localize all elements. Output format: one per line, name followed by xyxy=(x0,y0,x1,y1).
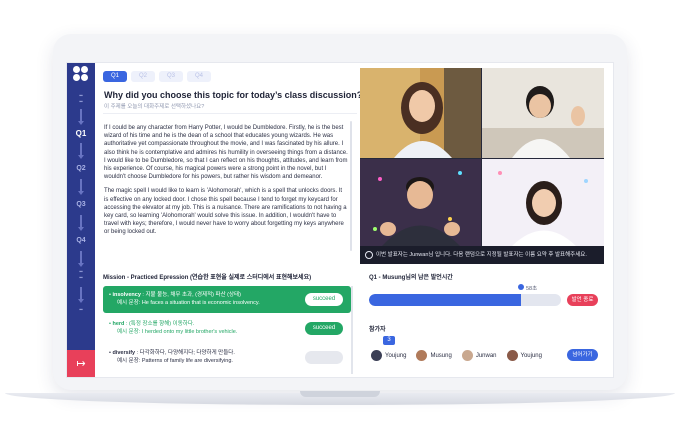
mission-meaning: : 지불 불능, 채무 초과, (경제적) 파산 (상태) xyxy=(140,292,241,298)
tab-q4[interactable]: Q4 xyxy=(187,71,211,82)
app-logo-icon xyxy=(73,66,89,82)
participant-video-2 xyxy=(482,68,604,158)
video-tile-1 xyxy=(360,68,481,158)
arrow-down-icon xyxy=(78,215,84,231)
avatar xyxy=(461,350,473,361)
divider xyxy=(103,113,357,114)
rail-caption-end: ▪▪ xyxy=(79,307,83,313)
participant-name: Musung xyxy=(430,352,452,359)
video-tile-2 xyxy=(482,68,604,158)
mission-title: Mission - Practiced Epression (연습한 표현을 실… xyxy=(103,275,312,281)
arrow-down-icon xyxy=(78,109,84,125)
participant[interactable]: Youjung xyxy=(371,350,406,361)
mission-word: insolvency xyxy=(112,292,141,298)
location-pin-icon xyxy=(518,284,524,292)
sidebar-item-q3[interactable]: Q3 xyxy=(67,201,95,208)
tab-q2[interactable]: Q2 xyxy=(131,71,155,82)
next-button[interactable]: 넘어가기 xyxy=(567,349,598,361)
participant-name: Youjung xyxy=(520,352,542,359)
participant-video-4 xyxy=(482,159,604,246)
succeed-button[interactable]: succeed xyxy=(305,322,343,335)
rail-caption-mid: ▪▪ ▪▪ xyxy=(79,269,83,281)
mission-meaning: : (특정 장소를 향해) 이동하다. xyxy=(124,321,195,327)
speaking-progress-fill xyxy=(369,294,521,306)
speaking-time-title: Q1 - Musung님의 남은 발언시간 xyxy=(369,275,453,281)
answer-scrollbar[interactable] xyxy=(350,121,352,251)
mission-word: herd xyxy=(112,321,125,327)
speaker-caption: 이번 발표자는 Junwan님 입니다. 다음 랜덤으로 지정될 발표자는 이름… xyxy=(360,246,604,264)
arrow-down-icon xyxy=(78,143,84,159)
mission-word: diversify xyxy=(112,350,136,356)
speaker-badge: 3 xyxy=(383,336,395,345)
participant[interactable]: Junwan xyxy=(461,350,497,361)
succeed-button-disabled[interactable]: succeed xyxy=(305,351,343,364)
answer-paragraph: The magic spell I would like to learn is… xyxy=(104,188,347,236)
answer-paragraph: If I could be any character from Harry P… xyxy=(104,125,348,181)
laptop-notch xyxy=(300,391,380,397)
sidebar-item-q1[interactable]: Q1 xyxy=(67,129,95,138)
rail-caption-top: ▪▪ ▪▪ xyxy=(79,93,83,105)
participant-video-3 xyxy=(360,159,481,246)
question-title: Why did you choose this topic for today’… xyxy=(104,90,363,100)
sidebar: ▪▪ ▪▪ Q1 Q2 Q3 Q4 ▪▪ ▪▪ ▪▪ ↦ xyxy=(67,63,95,377)
arrow-down-icon xyxy=(78,179,84,195)
speaker-icon xyxy=(365,251,373,259)
video-tile-3 xyxy=(360,159,481,246)
video-tile-4 xyxy=(482,159,604,246)
avatar xyxy=(506,350,518,361)
video-grid: 이번 발표자는 Junwan님 입니다. 다음 랜덤으로 지정될 발표자는 이름… xyxy=(360,68,604,264)
exit-icon: ↦ xyxy=(76,358,86,370)
sidebar-item-q4[interactable]: Q4 xyxy=(67,237,95,244)
caption-text: 이번 발표자는 Junwan님 입니다. 다음 랜덤으로 지정될 발표자는 이름… xyxy=(376,252,587,258)
mission-item: • insolvency : 지불 불능, 채무 초과, (경제적) 파산 (상… xyxy=(103,286,351,313)
mission-meaning: : 다각화하다, 다양해지다; 다양하게 만들다. xyxy=(135,350,235,356)
mission-scrollbar[interactable] xyxy=(351,286,353,374)
app-screen: ▪▪ ▪▪ Q1 Q2 Q3 Q4 ▪▪ ▪▪ ▪▪ ↦ Q1 Q2 Q3 Q4 W… xyxy=(66,62,614,378)
participant-video-1 xyxy=(360,68,481,158)
speaking-time-panel: Q1 - Musung님의 남은 발언시간 58초 발언 종료 참가자 3 Yo… xyxy=(369,272,609,372)
participant-name: Junwan xyxy=(475,352,497,359)
product-mockup: ▪▪ ▪▪ Q1 Q2 Q3 Q4 ▪▪ ▪▪ ▪▪ ↦ Q1 Q2 Q3 Q4 W… xyxy=(0,0,680,433)
avatar xyxy=(416,350,428,361)
sidebar-item-q2[interactable]: Q2 xyxy=(67,165,95,172)
participant[interactable]: Youjung xyxy=(506,350,542,361)
speaking-progress-bar xyxy=(369,294,561,306)
mission-item: • herd : (특정 장소를 향해) 이동하다. 예시 문장: I herd… xyxy=(103,315,351,342)
remaining-time: 58초 xyxy=(526,286,538,292)
answer-text: If I could be any character from Harry P… xyxy=(104,124,348,243)
tab-q1[interactable]: Q1 xyxy=(103,71,127,82)
exit-button[interactable]: ↦ xyxy=(67,350,95,377)
arrow-down-icon xyxy=(78,287,84,303)
participant[interactable]: Musung xyxy=(416,350,452,361)
arrow-down-icon xyxy=(78,251,84,267)
mission-item: • diversify : 다각화하다, 다양해지다; 다양하게 만들다. 예시… xyxy=(103,344,351,371)
end-speaking-button[interactable]: 발언 종료 xyxy=(567,294,598,306)
participants-title: 참가자 xyxy=(369,327,386,333)
participant-name: Youjung xyxy=(385,352,407,359)
tab-q3[interactable]: Q3 xyxy=(159,71,183,82)
question-tabs: Q1 Q2 Q3 Q4 xyxy=(103,71,211,82)
avatar xyxy=(371,350,382,361)
participant-list: Youjung Musung Junwan Youjung xyxy=(371,350,542,361)
succeed-button[interactable]: succeed xyxy=(305,293,343,306)
question-subtitle: 이 주제를 오늘의 대화주제로 선택하셨나요? xyxy=(104,104,205,110)
mission-panel: Mission - Practiced Epression (연습한 표현을 실… xyxy=(103,272,355,377)
